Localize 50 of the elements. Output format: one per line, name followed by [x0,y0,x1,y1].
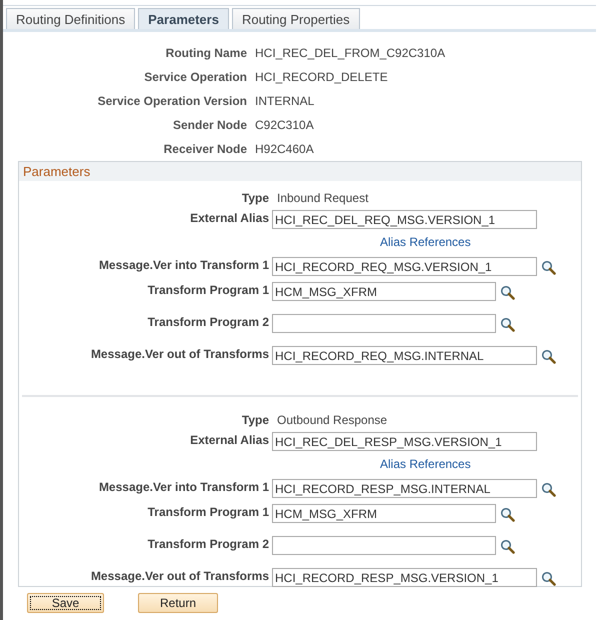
field-label: Transform Program 2 [146,536,269,551]
field-value: C92C310A [255,118,314,132]
field-label: Message.Ver into Transform 1 [98,257,269,272]
input-field[interactable] [272,314,496,333]
alias-references-link[interactable]: Alias References [380,457,471,471]
search-icon[interactable] [541,349,556,364]
input-field[interactable]: HCI_REC_DEL_RESP_MSG.VERSION_1 [272,432,537,451]
field-label: External Alias [189,210,269,225]
field-label: Message.Ver into Transform 1 [98,479,269,494]
input-field[interactable] [272,536,496,555]
field-label: Type [240,412,269,427]
field-label: Receiver Node [162,142,247,156]
alias-references-link[interactable]: Alias References [380,235,471,249]
input-field[interactable]: HCI_RECORD_RESP_MSG.VERSION_1 [272,568,537,587]
input-field[interactable]: HCI_RECORD_REQ_MSG.VERSION_1 [272,257,537,276]
action-button[interactable]: Save [27,593,104,613]
search-icon[interactable] [500,285,515,300]
field-value: Outbound Response [277,412,388,427]
field-label: Message.Ver out of Transforms [90,568,269,583]
field-value: HCI_REC_DEL_FROM_C92C310A [255,46,446,60]
field-label: Transform Program 1 [146,282,269,297]
action-button[interactable]: Return [138,593,218,613]
search-icon[interactable] [500,507,515,522]
field-label: Service Operation [143,70,247,84]
input-field[interactable]: HCM_MSG_XFRM [272,282,496,301]
input-field[interactable]: HCI_RECORD_RESP_MSG.INTERNAL [272,479,537,498]
field-label: Sender Node [172,118,247,132]
input-field[interactable]: HCI_RECORD_REQ_MSG.INTERNAL [272,346,537,365]
field-value: H92C460A [255,142,314,156]
search-icon[interactable] [541,260,556,275]
panel-header: Parameters [19,162,581,181]
search-icon[interactable] [500,317,515,332]
search-icon[interactable] [500,539,515,554]
search-icon[interactable] [541,482,556,497]
field-value: Inbound Request [277,190,368,205]
input-field[interactable]: HCI_REC_DEL_REQ_MSG.VERSION_1 [272,210,537,229]
field-value: HCI_RECORD_DELETE [255,70,388,84]
field-label: Service Operation Version [96,94,247,108]
field-label: Type [240,190,269,205]
tab[interactable]: Routing Definitions [6,8,136,29]
field-label: Routing Name [164,46,247,60]
input-field[interactable]: HCM_MSG_XFRM [272,504,496,523]
search-icon[interactable] [541,571,556,586]
field-label: Transform Program 1 [146,504,269,519]
field-label: External Alias [189,432,269,447]
field-value: INTERNAL [255,94,314,108]
field-label: Transform Program 2 [146,314,269,329]
field-label: Message.Ver out of Transforms [90,346,269,361]
tab[interactable]: Routing Properties [232,8,360,29]
tab[interactable]: Parameters [138,8,229,29]
